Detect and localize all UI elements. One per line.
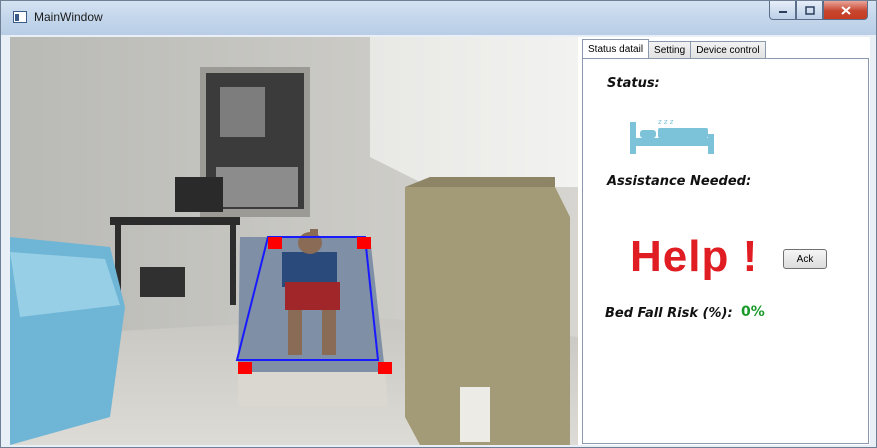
bed-fall-risk-value: 0% xyxy=(741,304,765,320)
status-label: Status: xyxy=(607,76,660,91)
side-panel: Status datail Setting Device control Sta… xyxy=(582,37,870,445)
corner-marker[interactable] xyxy=(268,237,282,249)
corner-marker[interactable] xyxy=(238,362,252,374)
tab-status-detail[interactable]: Status datail xyxy=(582,39,650,60)
close-icon xyxy=(840,5,851,15)
assistance-needed-label: Assistance Needed: xyxy=(607,174,752,189)
camera-feed-image xyxy=(10,37,578,445)
bed-fall-risk-label: Bed Fall Risk (%): xyxy=(605,306,733,321)
corner-marker[interactable] xyxy=(357,237,371,249)
assistance-status-value: Help ! xyxy=(630,232,759,281)
close-button[interactable] xyxy=(823,1,868,20)
window-controls xyxy=(769,1,868,22)
client-area: Status datail Setting Device control Sta… xyxy=(10,37,870,445)
camera-feed xyxy=(10,37,578,445)
app-icon xyxy=(13,11,27,23)
main-window: MainWindow Status datail Setting Device … xyxy=(0,0,877,448)
title-bar[interactable]: MainWindow xyxy=(1,1,876,35)
minimize-icon xyxy=(778,11,787,13)
corner-marker[interactable] xyxy=(378,362,392,374)
maximize-button[interactable] xyxy=(796,1,823,20)
maximize-icon xyxy=(804,5,815,15)
svg-text:z z z: z z z xyxy=(658,118,674,126)
minimize-button[interactable] xyxy=(769,1,796,20)
tab-setting[interactable]: Setting xyxy=(648,41,692,59)
ack-button[interactable]: Ack xyxy=(783,249,827,269)
tab-strip: Status datail Setting Device control xyxy=(582,39,766,60)
status-detail-panel: Status: z z z Assistance Needed: Help ! … xyxy=(582,58,869,444)
window-title: MainWindow xyxy=(34,10,103,24)
tab-device-control[interactable]: Device control xyxy=(690,41,766,59)
sleeping-bed-icon: z z z xyxy=(630,118,714,154)
